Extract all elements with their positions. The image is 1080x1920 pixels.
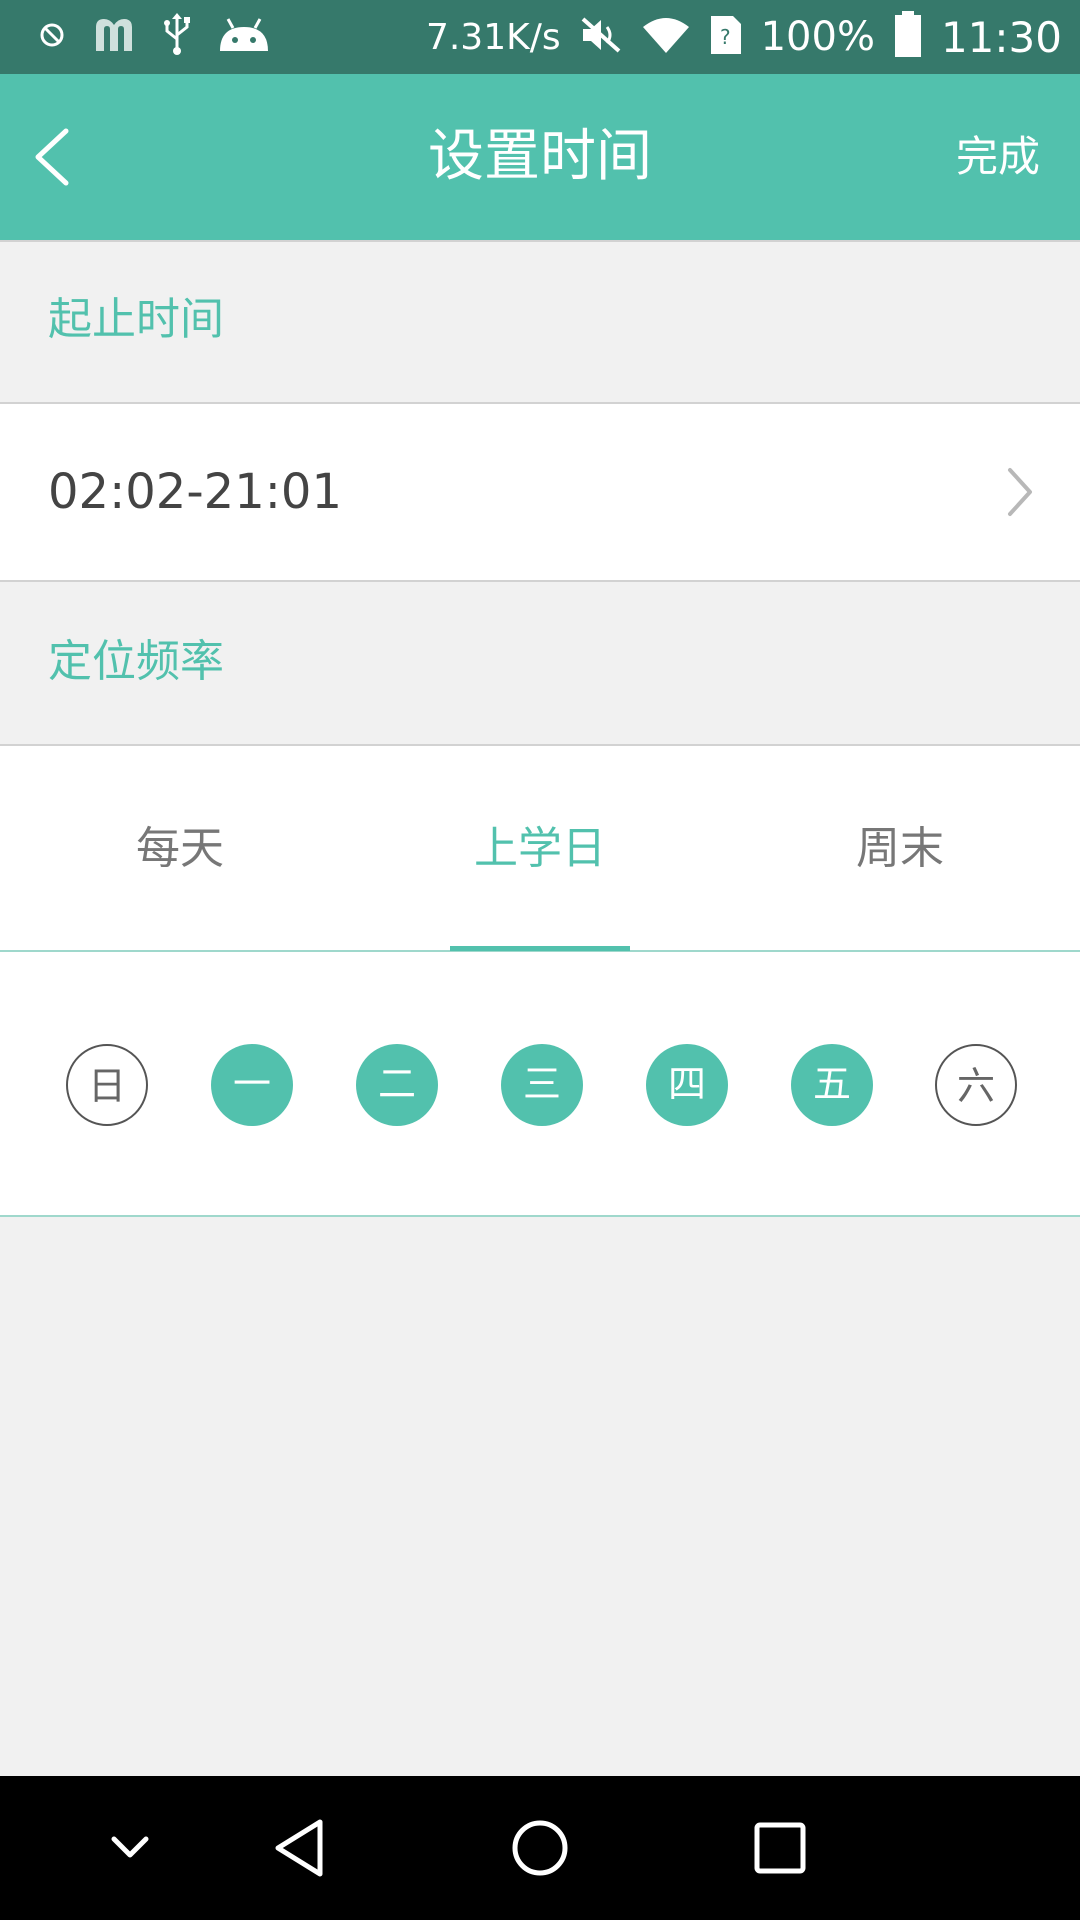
tab-school-days[interactable]: 上学日 [360,746,720,952]
chevron-right-icon [1002,464,1036,520]
day-friday[interactable]: 五 [791,1044,873,1126]
sim-unknown-icon: ? [709,14,743,60]
m-app-icon [92,17,136,57]
day-sunday[interactable]: 日 [66,1044,148,1126]
frequency-header-label: 定位频率 [48,636,224,687]
back-triangle-icon[interactable] [270,1776,330,1920]
home-circle-icon[interactable] [510,1776,570,1920]
frequency-tabs: 每天 上学日 周末 [0,746,1080,952]
done-button[interactable]: 完成 [956,74,1040,240]
weekday-selector: 日 一 二 三 四 五 六 [0,952,1080,1216]
app-bar: 设置时间 完成 [0,74,1080,240]
usb-icon [162,13,192,61]
clock: 11:30 [940,12,1062,62]
day-tuesday[interactable]: 二 [356,1044,438,1126]
day-thursday[interactable]: 四 [646,1044,728,1126]
wifi-icon [641,15,691,59]
day-saturday[interactable]: 六 [935,1044,1017,1126]
svg-text:?: ? [720,25,731,49]
system-nav-bar [0,1776,1080,1920]
time-range-section-header: 起止时间 [0,242,1080,402]
android-icon [218,15,270,59]
tab-everyday[interactable]: 每天 [0,746,360,952]
blocked-icon [38,21,66,53]
day-monday[interactable]: 一 [211,1044,293,1126]
tab-weekend[interactable]: 周末 [720,746,1080,952]
collapse-chevron-icon[interactable] [100,1776,160,1920]
days-divider [0,1215,1080,1217]
time-range-header-label: 起止时间 [48,294,224,345]
time-range-row[interactable]: 02:02-21:01 [0,404,1080,580]
mute-icon [579,15,623,59]
network-speed: 7.31K/s [425,16,561,58]
battery-icon [893,11,923,63]
battery-percent: 100% [760,14,875,60]
time-range-value: 02:02-21:01 [48,464,342,520]
page-title: 设置时间 [428,124,652,189]
recents-square-icon[interactable] [750,1776,810,1920]
active-tab-indicator [450,946,630,951]
frequency-section-header: 定位频率 [0,582,1080,744]
status-bar: 7.31K/s ? 100% 11:30 [0,0,1080,74]
day-wednesday[interactable]: 三 [501,1044,583,1126]
